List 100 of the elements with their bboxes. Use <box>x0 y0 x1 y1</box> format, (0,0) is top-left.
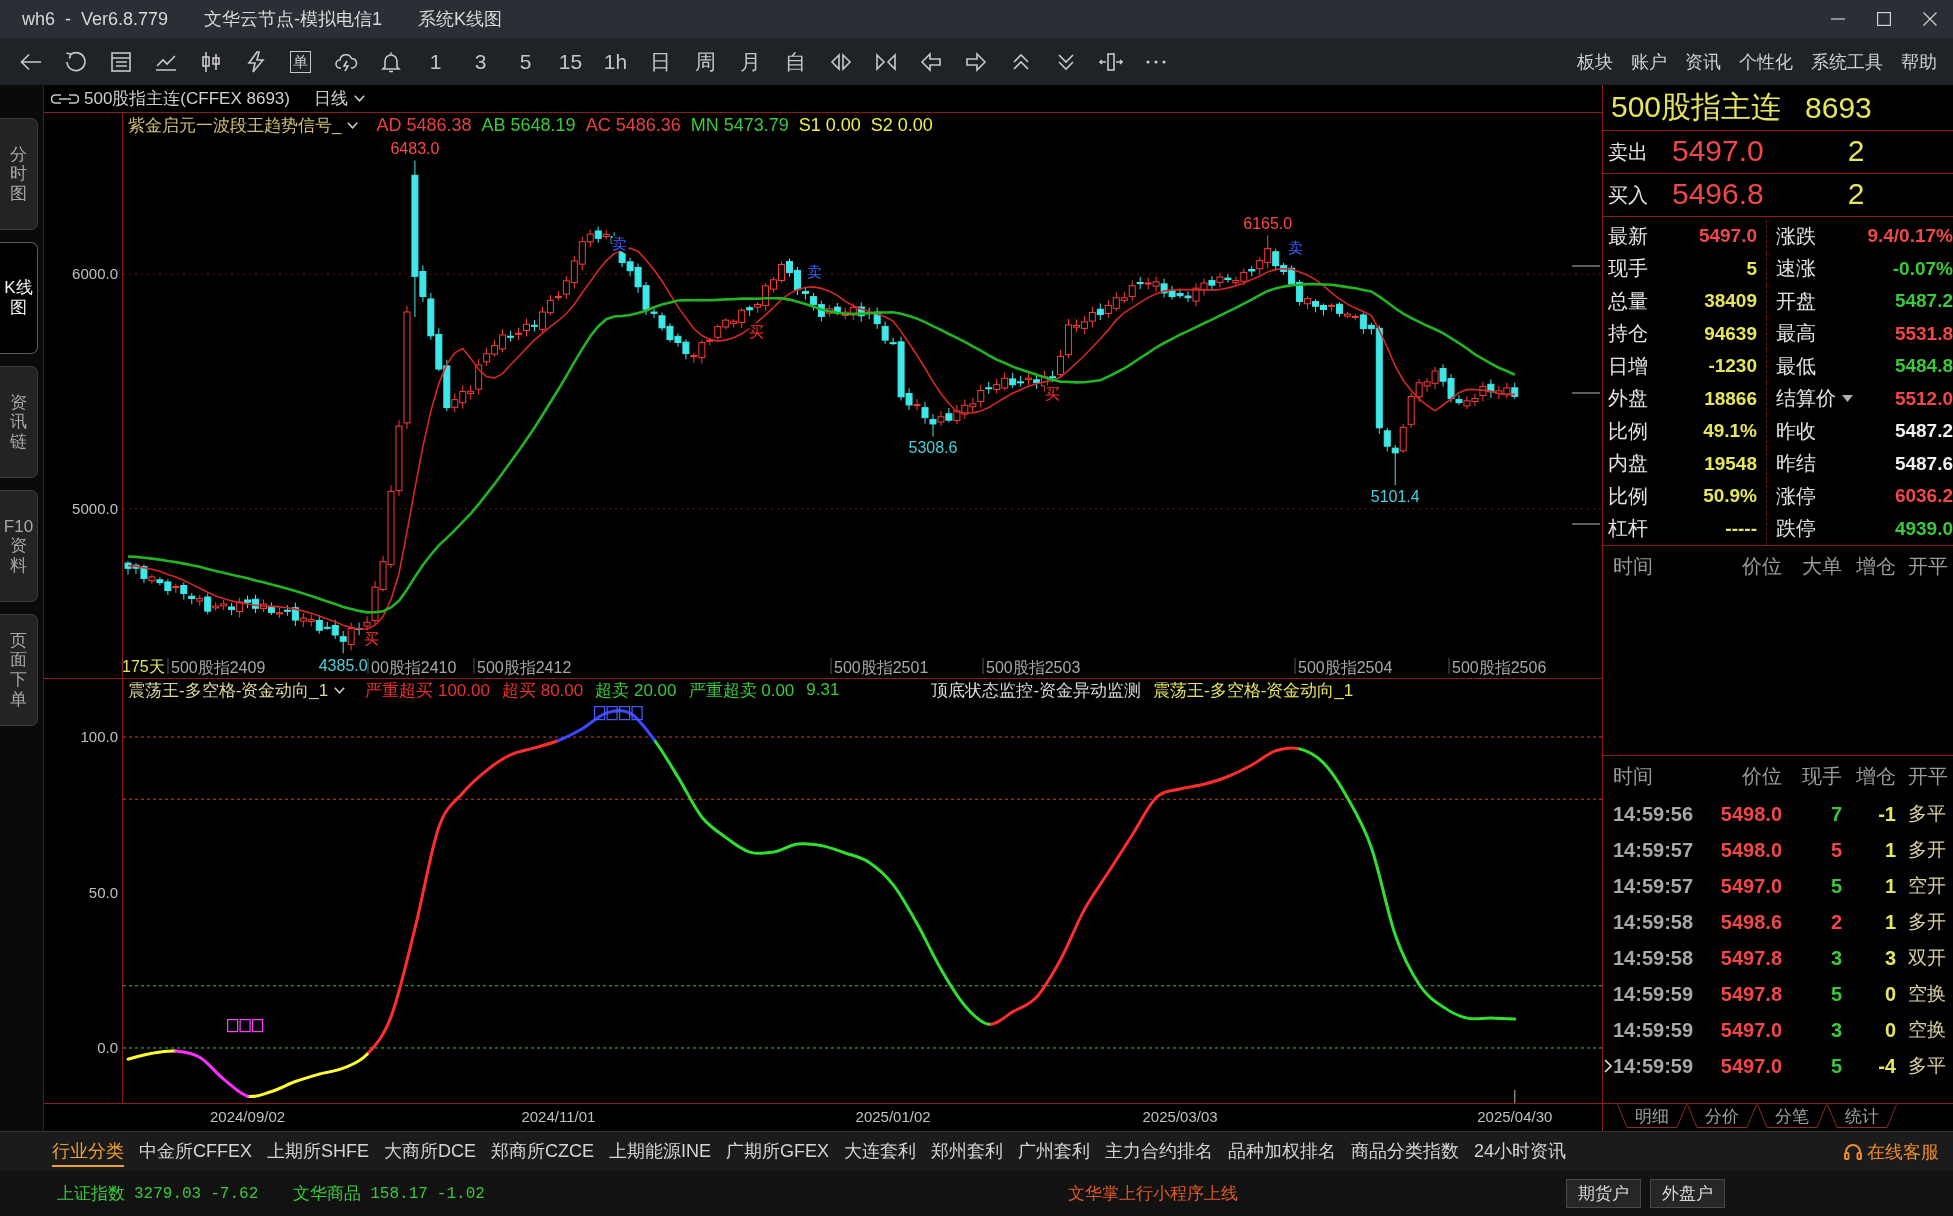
indicator-value: MN 5473.79 <box>690 114 789 136</box>
period-button[interactable]: 自 <box>785 47 806 76</box>
axis-label: 0.0 <box>97 1038 118 1056</box>
table-cell: 5497.0 <box>1720 1018 1782 1042</box>
menu-item[interactable]: 系统工具 <box>1811 49 1883 74</box>
table-cell: 14:59:56 <box>1613 802 1694 826</box>
table-cell: 5498.0 <box>1720 838 1782 862</box>
stat-value: 5487.2 <box>1894 290 1953 313</box>
panel-tab[interactable]: 分笔 <box>1757 1104 1827 1128</box>
category-tab[interactable]: 品种加权排名 <box>1228 1136 1337 1167</box>
index-name: 上证指数 <box>57 1183 125 1205</box>
account-button[interactable]: 外盘户 <box>1650 1179 1725 1208</box>
table-cell: 1 <box>1884 910 1896 934</box>
notice-text: 文华掌上行小程序上线 <box>1068 1183 1238 1205</box>
bar-count-label: 175天 <box>122 658 165 675</box>
period-button[interactable]: 15 <box>558 49 583 74</box>
side-tab[interactable]: 资讯链 <box>0 366 38 478</box>
table-cell: 0 <box>1884 982 1896 1006</box>
indicator-dropdown[interactable]: 震荡王-多空格-资金动向_1 <box>128 678 346 702</box>
buy-signal-label: 买 <box>1044 385 1060 402</box>
order-book-price: 5496.8 <box>1672 177 1764 211</box>
table-cell: 5497.8 <box>1720 946 1782 970</box>
indicator-value: AD 5486.38 <box>376 114 472 136</box>
indicator-value: 9.31 <box>806 680 840 700</box>
stat-value: ----- <box>1725 517 1757 540</box>
close-icon[interactable] <box>1923 12 1937 26</box>
account-button[interactable]: 期货户 <box>1566 1179 1641 1208</box>
indicator-value: S2 0.00 <box>870 114 933 136</box>
table-cell-text: 空开 <box>1908 874 1946 898</box>
panel-tab[interactable]: 明细 <box>1617 1104 1687 1128</box>
contract-label: 500股指2506 <box>1452 659 1547 676</box>
category-tab[interactable]: 商品分类指数 <box>1351 1136 1460 1167</box>
arrow-left-icon[interactable] <box>918 49 943 74</box>
period-button[interactable]: 月 <box>740 47 761 76</box>
order-button[interactable]: 单 <box>290 50 311 73</box>
category-tab[interactable]: 上期所SHFE <box>267 1136 370 1167</box>
stat-value: 5512.0 <box>1894 387 1953 410</box>
side-tab[interactable]: 分时图 <box>0 118 38 230</box>
panel-tab[interactable]: 分价 <box>1687 1104 1757 1128</box>
category-tab[interactable]: 大连套利 <box>844 1136 917 1167</box>
stat-dropdown[interactable]: 结算价 <box>1776 385 1853 413</box>
table-cell: 7 <box>1830 802 1842 826</box>
period-button[interactable]: 周 <box>695 47 716 76</box>
menu-item[interactable]: 账户 <box>1631 49 1667 74</box>
column-header: 时间 <box>1613 553 1653 579</box>
stat-label: 最低 <box>1776 353 1816 379</box>
period-button[interactable]: 1h <box>603 49 628 74</box>
table-cell: 2 <box>1830 910 1842 934</box>
window-title: 系统K线图 <box>418 8 503 31</box>
period-button[interactable]: 日 <box>650 47 671 76</box>
stat-value: 5487.6 <box>1894 452 1953 475</box>
period-button[interactable]: 1 <box>429 49 442 74</box>
stat-value: 4939.0 <box>1894 517 1953 540</box>
axis-label: 50.0 <box>88 883 118 901</box>
indicator-value: AC 5486.36 <box>585 114 681 136</box>
stat-value: 5497.0 <box>1698 225 1757 248</box>
stat-label: 跌停 <box>1776 516 1816 542</box>
menu-item[interactable]: 板块 <box>1577 49 1613 74</box>
category-tab[interactable]: 郑州套利 <box>931 1136 1004 1167</box>
list-icon[interactable] <box>108 49 133 74</box>
table-cell: 3 <box>1830 1018 1842 1042</box>
menu-item[interactable]: 帮助 <box>1901 49 1937 74</box>
category-tab[interactable]: 24小时资讯 <box>1474 1136 1567 1167</box>
table-cell: 3 <box>1830 946 1842 970</box>
refresh-icon[interactable] <box>63 49 88 74</box>
order-book-label: 卖出 <box>1608 140 1648 165</box>
order-book-price: 5497.0 <box>1672 134 1764 168</box>
stat-value: 19548 <box>1704 452 1757 475</box>
table-cell: 5497.0 <box>1720 1054 1782 1078</box>
category-tab[interactable]: 广期所GFEX <box>726 1136 830 1167</box>
side-tab[interactable]: F10资料 <box>0 490 38 602</box>
index-change: -7.62 <box>210 1184 259 1203</box>
category-tab[interactable]: 行业分类 <box>52 1136 124 1167</box>
period-button[interactable]: 3 <box>474 49 487 74</box>
menu-item[interactable]: 个性化 <box>1739 49 1793 74</box>
maximize-icon[interactable] <box>1877 12 1891 26</box>
indicator-dropdown[interactable]: 紫金启元一波段王趋势信号_ <box>128 113 359 137</box>
price-label: 6483.0 <box>390 140 440 158</box>
category-tab[interactable]: 大商所DCE <box>384 1136 477 1167</box>
menu-item[interactable]: 资讯 <box>1685 49 1721 74</box>
buy-signal-label: 买 <box>363 630 379 647</box>
period-dropdown[interactable]: 日线 <box>313 87 365 110</box>
panel-tab[interactable]: 统计 <box>1827 1104 1897 1128</box>
category-tab[interactable]: 广州套利 <box>1018 1136 1091 1167</box>
column-header: 大单 <box>1802 553 1842 579</box>
service-link[interactable]: 在线客服 <box>1844 1139 1939 1164</box>
category-tab[interactable]: 郑商所CZCE <box>491 1136 595 1167</box>
category-tab[interactable]: 上期能源INE <box>609 1136 712 1167</box>
stat-value: 5484.8 <box>1894 355 1953 378</box>
price-label: 4385.0 <box>318 656 368 674</box>
arrow-right-icon[interactable] <box>963 49 988 74</box>
table-cell: 5 <box>1830 982 1842 1006</box>
category-tab[interactable]: 中金所CFFEX <box>139 1136 252 1167</box>
side-tab[interactable]: K线图 <box>0 242 38 354</box>
side-tab[interactable]: 页面下单 <box>0 614 38 726</box>
category-tab[interactable]: 主力合约排名 <box>1105 1136 1214 1167</box>
axis-label: 2024/09/02 <box>210 1108 286 1125</box>
box-marker-icon <box>227 1019 264 1033</box>
stat-value: 50.9% <box>1703 485 1757 508</box>
period-button[interactable]: 5 <box>519 49 532 74</box>
